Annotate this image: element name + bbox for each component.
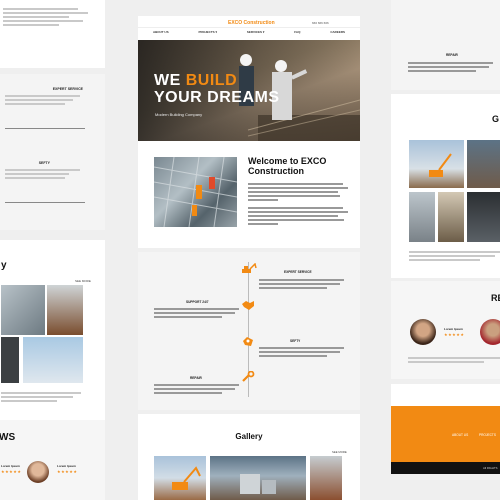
left-gallery-image-1[interactable]	[1, 285, 45, 335]
left-gallery-image-4[interactable]	[23, 337, 83, 383]
hero-heading-build: BUILD	[185, 72, 238, 89]
left-reviews-panel: WS Lorem Ipsum ★★★★★ Lorem Ipsum ★★★★★	[0, 420, 105, 500]
nav-about-us[interactable]: ABOUT US	[153, 30, 169, 34]
welcome-image	[153, 156, 238, 228]
left-gallery-panel: y SEE MORE	[0, 240, 105, 420]
right-gallery-title: G	[492, 114, 500, 124]
welcome-workers-illustration	[153, 156, 238, 228]
center-services-section: EXPERT SERVICE SUPPORT 24/7 SEFTY REPAIR	[138, 252, 360, 410]
avatar	[410, 319, 436, 345]
left-gallery-more[interactable]: SEE MORE	[75, 279, 91, 283]
left-rating-2: ★★★★★	[57, 469, 78, 474]
gallery-see-more[interactable]: SEE MORE	[332, 450, 347, 454]
gallery-title: Gallery	[235, 432, 263, 441]
avatar	[480, 319, 500, 345]
right-gallery-image-3[interactable]	[409, 192, 435, 242]
welcome-title-line1: Welcome to EXCO	[248, 156, 327, 166]
hero-subtitle: Modern Building Company	[155, 112, 203, 117]
handshake-icon	[241, 298, 255, 310]
left-rating-1: ★★★★★	[1, 469, 22, 474]
left-page-top	[0, 0, 105, 68]
phone-number[interactable]: 666 666 666	[312, 21, 329, 25]
right-gallery-panel: G	[391, 94, 500, 278]
footer-link-about[interactable]: ABOUT US	[452, 433, 468, 437]
left-service-title-1: EXPERT SERVICE	[52, 87, 83, 91]
right-gallery-image-1[interactable]	[409, 140, 464, 188]
right-reviews-panel: RE Lorem Ipsum ★★★★★	[391, 281, 500, 379]
service-title-support: SUPPORT 24/7	[186, 300, 209, 304]
left-reviewer-2: Lorem Ipsum	[57, 464, 76, 468]
nav-projects[interactable]: PROJECTS ▾	[199, 30, 218, 34]
service-title-expert: EXPERT SERVICE	[284, 270, 312, 274]
hero-banner: WE BUILD YOUR DREAMS Modern Building Com…	[138, 40, 360, 141]
right-repair-panel: REPAIR	[391, 0, 500, 90]
nav-services[interactable]: SERVICES ▾	[247, 30, 264, 34]
welcome-title-line2: Construction	[248, 166, 304, 176]
footer-link-projects[interactable]: PROJECTS	[479, 433, 496, 437]
excavator-icon	[241, 262, 257, 274]
main-nav: ABOUT US PROJECTS ▾ SERVICES ▾ FAQ CAREE…	[138, 27, 360, 36]
center-page-header: EXCO Construction 666 666 666 ABOUT US P…	[138, 16, 360, 248]
center-gallery-section: Gallery SEE MORE	[138, 414, 360, 500]
avatar	[27, 461, 49, 483]
left-reviews-title: WS	[0, 432, 16, 443]
welcome-body-text	[248, 181, 348, 227]
gallery-image-1[interactable]	[154, 456, 206, 500]
right-rating-1: ★★★★★	[444, 332, 465, 337]
left-gallery-title: y	[1, 260, 7, 271]
nav-faq[interactable]: FAQ	[294, 30, 300, 34]
hero-heading-dreams: YOUR DREAMS	[154, 89, 280, 106]
gallery-image-2[interactable]	[210, 456, 306, 500]
wrench-icon	[241, 370, 255, 382]
left-reviewer-1: Lorem Ipsum	[1, 464, 20, 468]
gallery-image-3[interactable]	[310, 456, 342, 500]
right-footer-panel: ABOUT US PROJECTS All RIGHTS	[391, 384, 500, 474]
left-gallery-image-2[interactable]	[47, 285, 83, 335]
service-title-repair: REPAIR	[190, 376, 202, 380]
right-reviewer-1: Lorem Ipsum	[444, 327, 463, 331]
safety-hand-icon	[241, 334, 255, 346]
right-gallery-image-4[interactable]	[438, 192, 464, 242]
left-services-panel: EXPERT SERVICE SEFTY	[0, 74, 105, 230]
site-logo[interactable]: EXCO Construction	[228, 20, 275, 26]
footer-copyright: All RIGHTS	[483, 466, 498, 470]
right-gallery-image-5[interactable]	[467, 192, 500, 242]
right-reviews-title: RE	[491, 293, 500, 303]
left-gallery-image-3[interactable]	[1, 337, 19, 383]
service-title-safety: SEFTY	[290, 339, 301, 343]
hero-heading-we: WE	[154, 72, 181, 89]
right-repair-title: REPAIR	[446, 53, 458, 57]
nav-careers[interactable]: CAREERS	[330, 30, 345, 34]
left-service-title-2: SEFTY	[38, 161, 50, 165]
right-gallery-image-2[interactable]	[467, 140, 500, 188]
